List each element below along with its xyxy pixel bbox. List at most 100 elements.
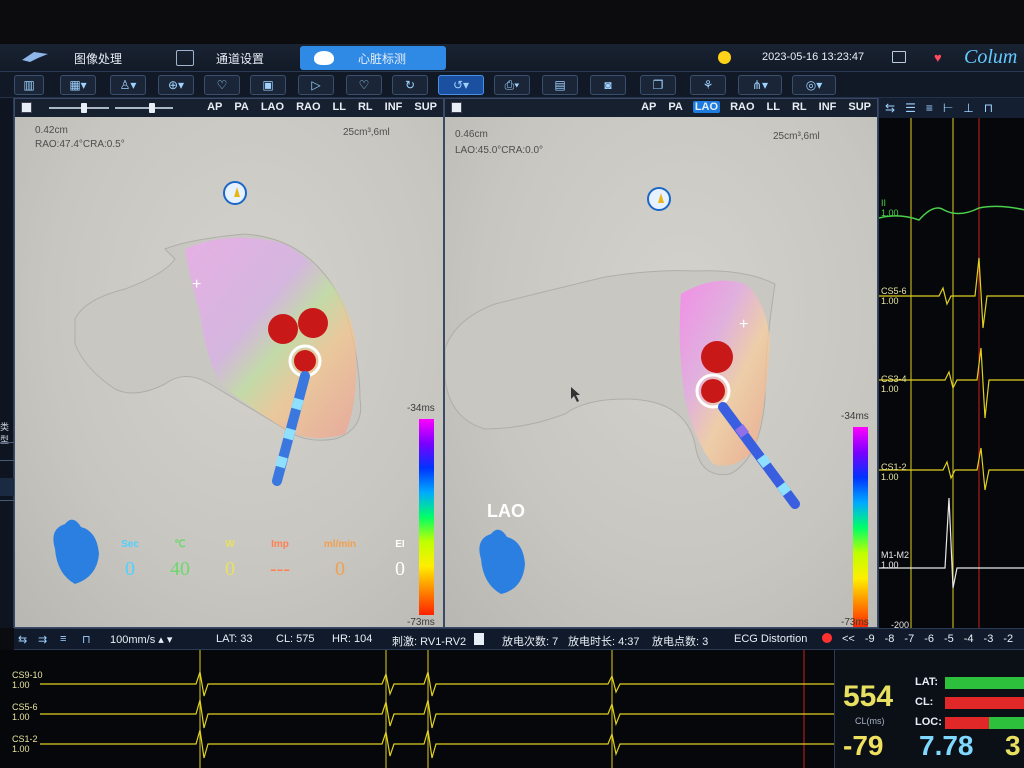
ecg-distortion-alert-icon	[822, 633, 832, 643]
right-color-scale	[853, 427, 868, 627]
channel-cs12-label: CS1-2 1.00	[881, 462, 907, 482]
measure-icon[interactable]: ⊥	[963, 101, 973, 115]
signal-icon[interactable]: ⋔▾	[738, 75, 782, 95]
layout-icon[interactable]: ▥	[14, 75, 44, 95]
activation-map	[185, 237, 357, 438]
list-item[interactable]	[0, 478, 14, 496]
crosshair-icon[interactable]: ⊕▾	[158, 75, 194, 95]
grid-icon[interactable]: ▦▾	[60, 75, 96, 95]
tab-cardiac-mapping[interactable]: 心脏标测	[300, 46, 446, 70]
loc-bar-green	[989, 717, 1024, 729]
swap-icon[interactable]: ⇆	[885, 101, 895, 115]
play-icon[interactable]: ▷	[298, 75, 334, 95]
param-sec: Sec 0	[121, 539, 139, 580]
tab-channel-settings-label: 通道设置	[216, 51, 265, 66]
datetime: 2023-05-16 13:23:47	[762, 51, 865, 63]
list-icon[interactable]: ≡	[926, 101, 933, 115]
ecg-right-toolbar: ⇆ ☰ ≡ ⊢ ⊥ ⊓	[879, 98, 1024, 118]
camera-icon[interactable]: ◙	[590, 75, 626, 95]
brand-logo: Colum	[964, 46, 1018, 68]
cycle-length-unit: CL(ms)	[855, 716, 885, 726]
view-orientation-label: LAO	[487, 501, 525, 521]
right-scale-top: -34ms	[841, 411, 869, 422]
trace-cs910	[40, 671, 834, 697]
heart-target-icon	[314, 51, 334, 65]
loc-bar-red	[945, 717, 989, 729]
stim-dropdown[interactable]	[474, 633, 484, 645]
sweep-speed-select[interactable]: 100mm/s ▴ ▾	[110, 633, 172, 646]
catheter-electrode	[735, 424, 749, 438]
trace-cs12-bottom	[40, 729, 834, 759]
heart-orientation-icon	[479, 529, 525, 594]
align-icon[interactable]: ☰	[905, 101, 916, 115]
lat-label: LAT:	[915, 676, 939, 688]
catheter-electrode	[777, 482, 791, 496]
ablation-params: Sec 0 ℃ 40 W 0 Imp --- ml/min 0 EI 0	[115, 539, 415, 581]
channel-cs56-label: CS5-6 1.00	[881, 286, 907, 306]
ablation-point[interactable]	[701, 341, 733, 373]
screen-bezel	[0, 0, 1024, 44]
status-cl: CL: 575	[276, 633, 315, 645]
trace-ii	[879, 205, 1024, 221]
status-stim: 刺激: RV1-RV2	[392, 636, 467, 648]
tab-image-processing-label: 图像处理	[74, 51, 123, 66]
device-icon[interactable]: ▤	[542, 75, 578, 95]
ecg-bottom-traces	[40, 650, 834, 768]
readout-panel: 554 CL(ms) -79 7.78 3 LAT: CL: LOC:	[834, 650, 1024, 768]
lungs-icon[interactable]: ⚘	[690, 75, 726, 95]
sliders-icon	[176, 50, 194, 66]
scroll-back-button[interactable]: <<	[842, 633, 855, 645]
ablation-point[interactable]	[298, 308, 328, 338]
ecg-bottom-panel: CS9-10 1.00 CS5-6 1.00 CS1-2 1.00	[0, 650, 834, 768]
param-temp: ℃ 40	[170, 539, 190, 580]
pulse-gate-icon[interactable]: ⊓	[82, 633, 91, 646]
tab-image-processing[interactable]: 图像处理	[60, 46, 136, 70]
param-flow: ml/min 0	[323, 539, 357, 580]
lat-bar	[945, 677, 1024, 689]
trace-m1m2	[879, 497, 1024, 589]
exit-icon[interactable]	[892, 51, 906, 63]
loop-icon[interactable]: ↻	[392, 75, 428, 95]
extra-readout-value: 3	[1005, 730, 1021, 761]
sun-icon	[718, 51, 731, 64]
channel-ii-label: II 1.00	[881, 198, 899, 218]
ablation-point[interactable]	[701, 379, 725, 403]
right-3d-view[interactable]: AP PA LAO RAO LL RL INF SUP 0.46cm LAO:4…	[444, 98, 878, 628]
plus-marker: +	[739, 316, 748, 333]
caliper-icon[interactable]: ⊢	[943, 101, 953, 115]
ablation-point[interactable]	[294, 350, 316, 372]
plus-marker: +	[192, 276, 201, 293]
divider	[0, 500, 14, 501]
tab-channel-settings[interactable]: 通道设置	[162, 46, 278, 70]
left-3d-view[interactable]: AP PA LAO RAO LL RL INF SUP 0.42cm RAO:4…	[14, 98, 444, 628]
arc-icon[interactable]: ↺▾	[438, 75, 484, 95]
heart-icon[interactable]: ♡	[204, 75, 240, 95]
ablation-point[interactable]	[268, 314, 298, 344]
cl-bar	[945, 697, 1024, 709]
align-icon[interactable]: ⇉	[38, 633, 47, 646]
divider	[0, 460, 14, 461]
catheter-electrode	[283, 427, 296, 441]
status-bar: ⇆ ⇉ ≡ ⊓ 100mm/s ▴ ▾ LAT: 33 CL: 575 HR: …	[14, 628, 1024, 650]
status-lat: LAT: 33	[216, 633, 253, 645]
print-icon[interactable]: ⎙▾	[494, 75, 530, 95]
trace-cs56-bottom	[40, 699, 834, 729]
person-icon[interactable]: ♙▾	[110, 75, 146, 95]
pulse-icon[interactable]: ♡	[346, 75, 382, 95]
channel-m1m2-label: M1-M2 1.00	[881, 550, 910, 570]
app-window: 图像处理 通道设置 心脏标测 2023-05-16 13:23:47 ♥ Col…	[0, 0, 1024, 768]
palette-icon[interactable]: ▣	[250, 75, 286, 95]
pulse-gate-icon[interactable]: ⊓	[984, 101, 993, 115]
heart-alert-icon[interactable]: ♥	[934, 50, 942, 65]
bottom-channel-cs56-label: CS5-6 1.00	[12, 702, 38, 722]
copy-icon[interactable]: ❐	[640, 75, 676, 95]
status-discharge-points: 放电点数: 3	[652, 636, 709, 648]
divider	[0, 442, 14, 443]
swap-icon[interactable]: ⇆	[18, 633, 27, 646]
ecg-right-panel: ⇆ ☰ ≡ ⊢ ⊥ ⊓ II 1.00 CS5-6 1.00 CS3-4 1.00 C…	[878, 98, 1024, 638]
tab-cardiac-mapping-label: 心脏标测	[358, 51, 407, 66]
list-icon[interactable]: ≡	[60, 633, 66, 645]
target-icon[interactable]: ◎▾	[792, 75, 836, 95]
bottom-channel-cs910-label: CS9-10 1.00	[12, 670, 43, 690]
left-scale-top: -34ms	[407, 403, 435, 414]
